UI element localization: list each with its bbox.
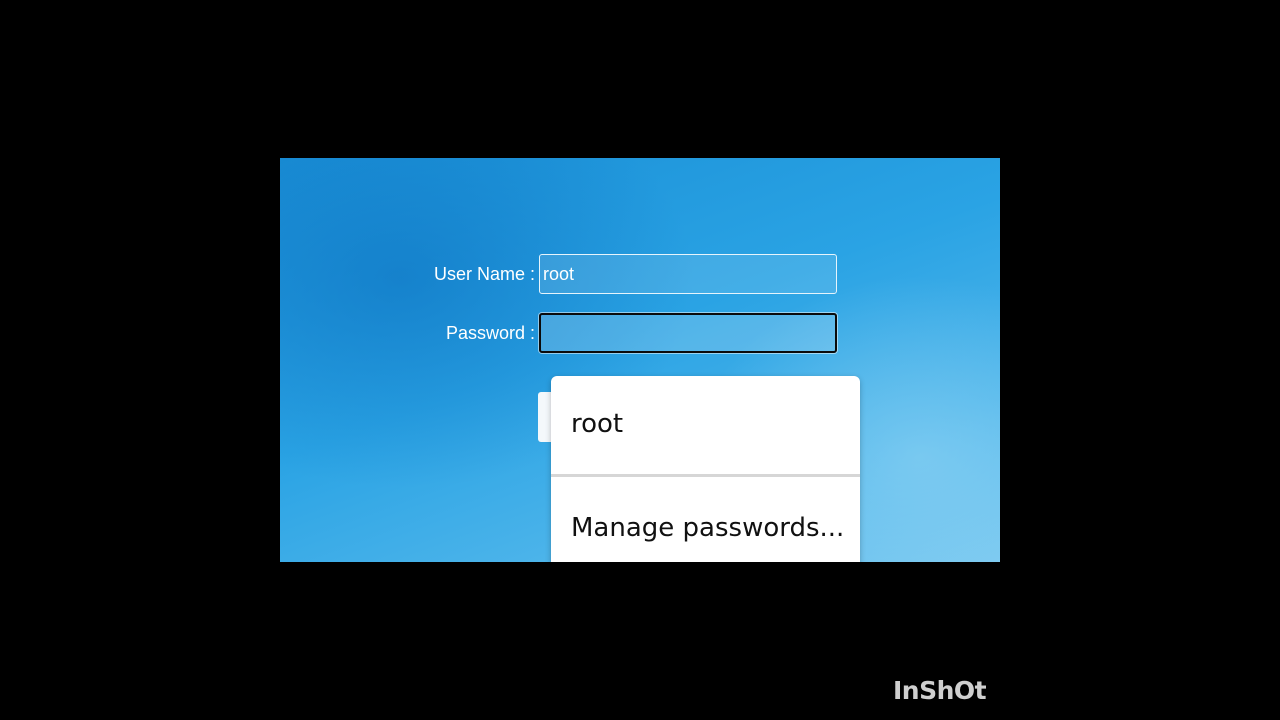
inshot-watermark: InShOt bbox=[893, 676, 987, 705]
username-input[interactable] bbox=[539, 254, 837, 294]
autofill-divider bbox=[551, 474, 860, 477]
manage-passwords-option[interactable]: Manage passwords... bbox=[551, 506, 860, 550]
password-autofill-popup: root Manage passwords... bbox=[551, 376, 860, 562]
password-label: Password : bbox=[445, 322, 535, 343]
password-input[interactable] bbox=[539, 313, 837, 353]
autofill-suggestion-root[interactable]: root bbox=[551, 404, 860, 444]
username-label: User Name : bbox=[433, 263, 535, 284]
router-login-page: User Name : Password : root Manage passw… bbox=[280, 158, 1000, 562]
